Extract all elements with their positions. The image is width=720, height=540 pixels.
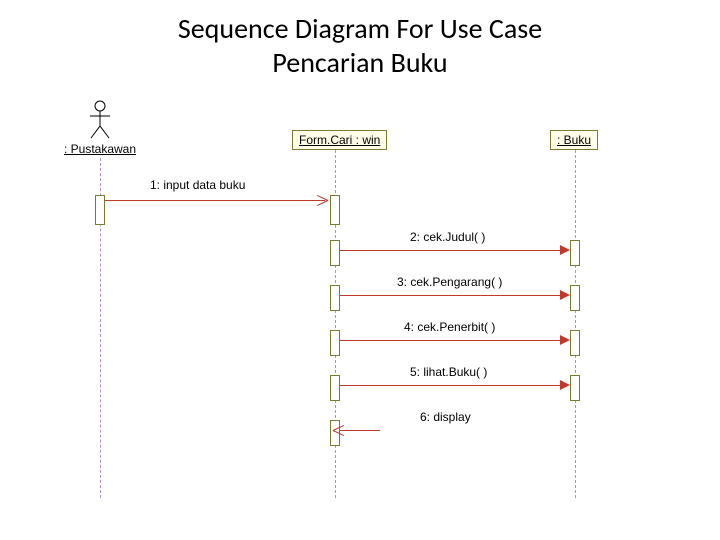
activation-buku-5: [570, 375, 580, 401]
msg-6-label: 6: display: [420, 410, 471, 424]
msg-3-arrow: [340, 295, 565, 296]
msg-5-label: 5: lihat.Buku( ): [410, 365, 487, 379]
msg-4-arrow: [340, 340, 565, 341]
msg-3-label: 3: cek.Pengarang( ): [397, 275, 502, 289]
object-form-cari: Form.Cari : win: [292, 130, 387, 150]
title-line2: Pencarian Buku: [272, 45, 447, 80]
activation-form-2: [330, 240, 340, 266]
title-line1: Sequence Diagram For Use Case: [178, 11, 542, 46]
msg-2-arrowhead: [560, 245, 570, 255]
sequence-diagram: : Pustakawan Form.Cari : win : Buku 1: i…: [0, 100, 720, 520]
msg-2-arrow: [340, 250, 565, 251]
activation-form-4: [330, 330, 340, 356]
msg-3-arrowhead: [560, 290, 570, 300]
msg-5-arrowhead: [560, 380, 570, 390]
msg-1-arrowhead: [318, 195, 328, 205]
activation-buku-2: [570, 240, 580, 266]
activation-buku-3: [570, 285, 580, 311]
diagram-title: Sequence Diagram For Use Case Pencarian …: [0, 0, 720, 79]
activation-buku-4: [570, 330, 580, 356]
activation-form-3: [330, 285, 340, 311]
msg-2-label: 2: cek.Judul( ): [410, 230, 485, 244]
object-buku: : Buku: [550, 130, 598, 150]
msg-1-arrow: [105, 200, 325, 201]
msg-6-arrowhead: [333, 425, 343, 435]
msg-4-label: 4: cek.Penerbit( ): [404, 320, 495, 334]
msg-6-arrow: [340, 430, 380, 431]
msg-4-arrowhead: [560, 335, 570, 345]
actor-icon: [88, 100, 112, 140]
actor-label: : Pustakawan: [60, 142, 140, 156]
activation-form-5: [330, 375, 340, 401]
msg-5-arrow: [340, 385, 565, 386]
lifeline-buku: [575, 150, 576, 498]
msg-1-label: 1: input data buku: [150, 178, 245, 192]
activation-form-1: [330, 195, 340, 225]
activation-actor-1: [95, 195, 105, 225]
